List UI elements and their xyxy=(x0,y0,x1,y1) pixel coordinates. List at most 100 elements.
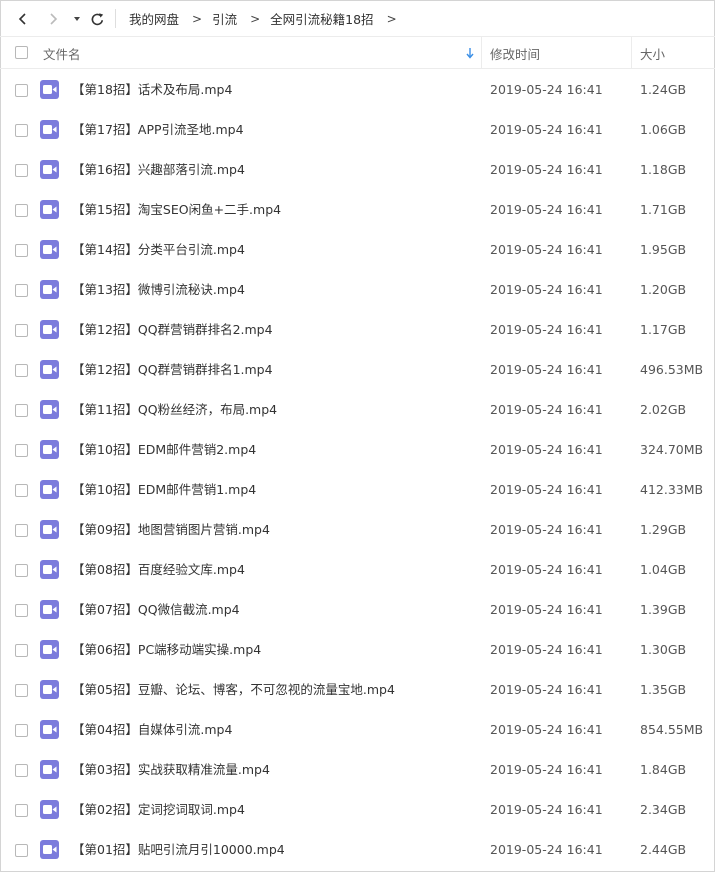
file-modified-time: 2019-05-24 16:41 xyxy=(490,802,603,817)
file-name[interactable]: 【第09招】地图营销图片营销.mp4 xyxy=(72,510,270,550)
file-size: 496.53MB xyxy=(640,362,704,377)
row-checkbox[interactable] xyxy=(15,124,28,137)
row-checkbox[interactable] xyxy=(15,564,28,577)
file-name[interactable]: 【第10招】EDM邮件营销1.mp4 xyxy=(72,470,256,510)
column-divider[interactable] xyxy=(631,37,632,69)
file-name[interactable]: 【第12招】QQ群营销群排名1.mp4 xyxy=(72,350,273,390)
row-checkbox[interactable] xyxy=(15,524,28,537)
video-file-icon xyxy=(40,240,59,259)
file-name[interactable]: 【第05招】豆瓣、论坛、博客，不可忽视的流量宝地.mp4 xyxy=(72,670,395,710)
select-all-checkbox[interactable] xyxy=(15,46,28,59)
file-row[interactable]: 【第15招】淘宝SEO闲鱼+二手.mp4 2019-05-24 16:41 1.71… xyxy=(0,190,715,230)
video-file-icon xyxy=(40,320,59,339)
file-size: 854.55MB xyxy=(640,722,704,737)
file-name[interactable]: 【第04招】自媒体引流.mp4 xyxy=(72,710,232,750)
file-name[interactable]: 【第17招】APP引流圣地.mp4 xyxy=(72,110,244,150)
refresh-button[interactable] xyxy=(86,8,108,30)
row-checkbox[interactable] xyxy=(15,684,28,697)
file-name[interactable]: 【第02招】定词挖词取词.mp4 xyxy=(72,790,245,830)
row-checkbox[interactable] xyxy=(15,204,28,217)
file-row[interactable]: 【第07招】QQ微信截流.mp4 2019-05-24 16:41 1.39GB xyxy=(0,590,715,630)
row-checkbox[interactable] xyxy=(15,404,28,417)
row-checkbox[interactable] xyxy=(15,764,28,777)
back-button[interactable] xyxy=(12,8,34,30)
file-name[interactable]: 【第13招】微博引流秘诀.mp4 xyxy=(72,270,245,310)
history-dropdown-button[interactable] xyxy=(66,8,88,30)
forward-button[interactable] xyxy=(42,8,64,30)
file-row[interactable]: 【第18招】话术及布局.mp4 2019-05-24 16:41 1.24GB xyxy=(0,70,715,110)
column-header-name[interactable]: 文件名 xyxy=(43,37,479,69)
file-row[interactable]: 【第10招】EDM邮件营销1.mp4 2019-05-24 16:41 412.33… xyxy=(0,470,715,510)
row-checkbox[interactable] xyxy=(15,604,28,617)
file-name[interactable]: 【第16招】兴趣部落引流.mp4 xyxy=(72,150,245,190)
file-row[interactable]: 【第04招】自媒体引流.mp4 2019-05-24 16:41 854.55MB xyxy=(0,710,715,750)
file-row[interactable]: 【第13招】微博引流秘诀.mp4 2019-05-24 16:41 1.20GB xyxy=(0,270,715,310)
column-header-modified-label: 修改时间 xyxy=(490,46,541,62)
video-file-icon xyxy=(40,560,59,579)
column-divider[interactable] xyxy=(481,37,482,69)
file-row[interactable]: 【第08招】百度经验文库.mp4 2019-05-24 16:41 1.04GB xyxy=(0,550,715,590)
toolbar: 我的网盘 > 引流 > 全网引流秘籍18招 > xyxy=(0,0,715,37)
file-modified-time: 2019-05-24 16:41 xyxy=(490,362,603,377)
file-name[interactable]: 【第06招】PC端移动端实操.mp4 xyxy=(72,630,261,670)
file-row[interactable]: 【第02招】定词挖词取词.mp4 2019-05-24 16:41 2.34GB xyxy=(0,790,715,830)
file-name[interactable]: 【第10招】EDM邮件营销2.mp4 xyxy=(72,430,256,470)
column-header-size[interactable]: 大小 xyxy=(640,37,665,69)
file-row[interactable]: 【第16招】兴趣部落引流.mp4 2019-05-24 16:41 1.18GB xyxy=(0,150,715,190)
file-size: 324.70MB xyxy=(640,442,704,457)
sort-down-arrow-icon[interactable] xyxy=(466,37,474,69)
breadcrumb-item-current-folder[interactable]: 全网引流秘籍18招 xyxy=(270,9,373,28)
file-size: 1.18GB xyxy=(640,162,687,177)
row-checkbox[interactable] xyxy=(15,284,28,297)
column-header-modified[interactable]: 修改时间 xyxy=(490,37,540,69)
breadcrumb-item-my-drive[interactable]: 我的网盘 xyxy=(129,9,179,28)
row-checkbox[interactable] xyxy=(15,324,28,337)
file-name[interactable]: 【第14招】分类平台引流.mp4 xyxy=(72,230,245,270)
file-name[interactable]: 【第07招】QQ微信截流.mp4 xyxy=(72,590,240,630)
file-row[interactable]: 【第05招】豆瓣、论坛、博客，不可忽视的流量宝地.mp4 2019-05-24 1… xyxy=(0,670,715,710)
file-name[interactable]: 【第01招】贴吧引流月引10000.mp4 xyxy=(72,830,285,870)
video-file-icon xyxy=(40,440,59,459)
video-file-icon xyxy=(40,840,59,859)
row-checkbox[interactable] xyxy=(15,444,28,457)
video-file-icon xyxy=(40,720,59,739)
file-size: 2.02GB xyxy=(640,402,687,417)
file-name[interactable]: 【第03招】实战获取精准流量.mp4 xyxy=(72,750,270,790)
file-row[interactable]: 【第10招】EDM邮件营销2.mp4 2019-05-24 16:41 324.70… xyxy=(0,430,715,470)
column-header-size-label: 大小 xyxy=(640,46,666,62)
row-checkbox[interactable] xyxy=(15,844,28,857)
row-checkbox[interactable] xyxy=(15,724,28,737)
file-row[interactable]: 【第06招】PC端移动端实操.mp4 2019-05-24 16:41 1.30GB xyxy=(0,630,715,670)
file-row[interactable]: 【第17招】APP引流圣地.mp4 2019-05-24 16:41 1.06GB xyxy=(0,110,715,150)
file-row[interactable]: 【第14招】分类平台引流.mp4 2019-05-24 16:41 1.95GB xyxy=(0,230,715,270)
file-row[interactable]: 【第09招】地图营销图片营销.mp4 2019-05-24 16:41 1.29GB xyxy=(0,510,715,550)
file-size: 1.20GB xyxy=(640,282,687,297)
file-row[interactable]: 【第11招】QQ粉丝经济，布局.mp4 2019-05-24 16:41 2.02G… xyxy=(0,390,715,430)
file-row[interactable]: 【第12招】QQ群营销群排名2.mp4 2019-05-24 16:41 1.17G… xyxy=(0,310,715,350)
file-size: 412.33MB xyxy=(640,482,704,497)
file-size: 1.84GB xyxy=(640,762,687,777)
file-name[interactable]: 【第11招】QQ粉丝经济，布局.mp4 xyxy=(72,390,277,430)
row-checkbox[interactable] xyxy=(15,484,28,497)
video-file-icon xyxy=(40,640,59,659)
file-row[interactable]: 【第01招】贴吧引流月引10000.mp4 2019-05-24 16:41 2.4… xyxy=(0,830,715,870)
chevron-right-icon xyxy=(50,13,58,25)
breadcrumb-separator[interactable]: > xyxy=(387,12,397,26)
video-file-icon xyxy=(40,600,59,619)
video-file-icon xyxy=(40,160,59,179)
file-modified-time: 2019-05-24 16:41 xyxy=(490,562,603,577)
row-checkbox[interactable] xyxy=(15,644,28,657)
row-checkbox[interactable] xyxy=(15,244,28,257)
breadcrumb-item-traffic[interactable]: 引流 xyxy=(212,9,237,28)
row-checkbox[interactable] xyxy=(15,804,28,817)
file-row[interactable]: 【第03招】实战获取精准流量.mp4 2019-05-24 16:41 1.84GB xyxy=(0,750,715,790)
file-name[interactable]: 【第15招】淘宝SEO闲鱼+二手.mp4 xyxy=(72,190,281,230)
row-checkbox[interactable] xyxy=(15,364,28,377)
file-row[interactable]: 【第12招】QQ群营销群排名1.mp4 2019-05-24 16:41 496.5… xyxy=(0,350,715,390)
file-name[interactable]: 【第18招】话术及布局.mp4 xyxy=(72,70,232,110)
row-checkbox[interactable] xyxy=(15,84,28,97)
row-checkbox[interactable] xyxy=(15,164,28,177)
file-size: 1.29GB xyxy=(640,522,687,537)
file-name[interactable]: 【第08招】百度经验文库.mp4 xyxy=(72,550,245,590)
file-name[interactable]: 【第12招】QQ群营销群排名2.mp4 xyxy=(72,310,273,350)
